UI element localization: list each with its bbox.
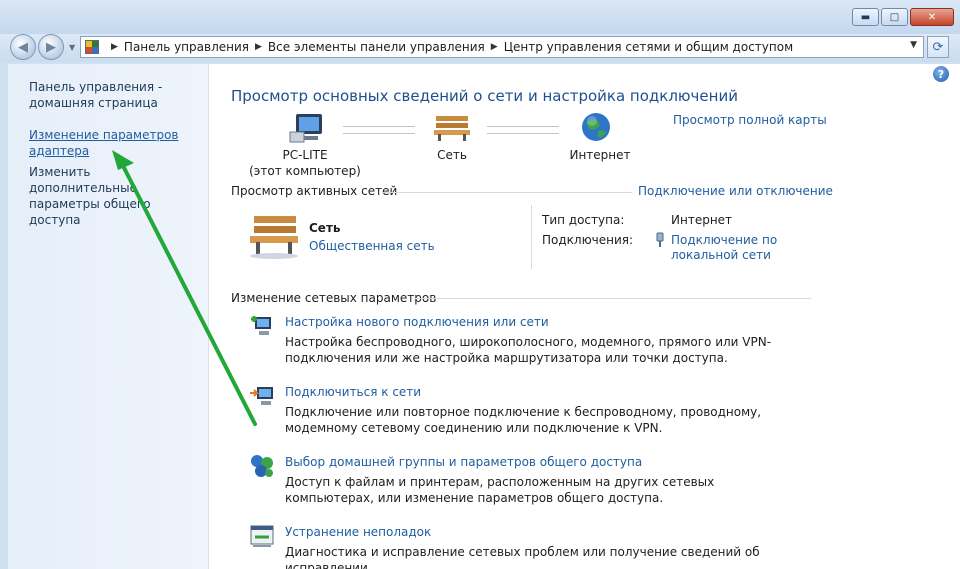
access-type-value: Интернет: [671, 213, 733, 227]
map-computer-label: PC-LITE (этот компьютер): [240, 147, 370, 179]
task-link-new-connection[interactable]: Настройка нового подключения или сети: [285, 315, 549, 329]
refresh-button[interactable]: ⟳: [927, 36, 949, 58]
breadcrumb-separator-icon[interactable]: ▶: [111, 42, 118, 52]
task-desc-homegroup: Доступ к файлам и принтерам, расположенн…: [285, 475, 715, 505]
address-dropdown-icon[interactable]: ▼: [910, 40, 917, 50]
lan-connection-link[interactable]: Подключение по локальной сети: [671, 233, 781, 263]
sidebar-item-home[interactable]: Панель управления - домашняя страница: [29, 79, 199, 111]
vertical-divider: [531, 205, 532, 269]
breadcrumb-separator-icon[interactable]: ▶: [255, 42, 262, 52]
active-networks-heading: Просмотр активных сетей: [231, 184, 398, 198]
help-icon[interactable]: ?: [933, 66, 949, 82]
task-link-connect-network[interactable]: Подключиться к сети: [285, 385, 421, 399]
globe-icon: [582, 113, 610, 141]
address-bar[interactable]: ▶ Панель управления ▶ Все элементы панел…: [80, 36, 924, 58]
sidebar-item-adapter-settings[interactable]: Изменение параметров адаптера: [29, 127, 179, 159]
forward-button[interactable]: ▶: [38, 34, 64, 60]
page-title: Просмотр основных сведений о сети и наст…: [231, 87, 738, 105]
homegroup-icon: [251, 455, 273, 477]
access-type-label: Тип доступа:: [542, 213, 625, 227]
bench-icon: [250, 216, 298, 259]
breadcrumb-network-center[interactable]: Центр управления сетями и общим доступом: [504, 40, 793, 54]
section-divider: [382, 192, 632, 193]
sidebar-item-sharing-settings[interactable]: Изменить дополнительные параметры общего…: [29, 164, 199, 228]
new-connection-icon: [251, 316, 271, 335]
network-adapter-icon: [656, 232, 664, 247]
task-desc-troubleshoot: Диагностика и исправление сетевых пробле…: [285, 545, 760, 569]
breadcrumb-control-panel[interactable]: Панель управления: [124, 40, 249, 54]
task-link-homegroup[interactable]: Выбор домашней группы и параметров общег…: [285, 455, 642, 469]
task-desc-connect-network: Подключение или повторное подключение к …: [285, 405, 762, 435]
connections-label: Подключения:: [542, 233, 634, 247]
minimize-button[interactable]: ▬: [852, 8, 879, 26]
map-connection-line: [343, 126, 415, 134]
title-bar: ▬ □ ✕: [0, 0, 960, 34]
breadcrumb-separator-icon[interactable]: ▶: [491, 42, 498, 52]
section-divider: [414, 298, 811, 299]
computer-subtitle: (этот компьютер): [249, 164, 361, 178]
active-network-name: Сеть: [309, 221, 341, 235]
close-button[interactable]: ✕: [910, 8, 954, 26]
computer-name: PC-LITE: [282, 148, 328, 162]
full-map-link[interactable]: Просмотр полной карты: [673, 113, 827, 127]
control-panel-icon: [85, 40, 99, 54]
network-type-link[interactable]: Общественная сеть: [309, 239, 435, 253]
maximize-button[interactable]: □: [881, 8, 908, 26]
computer-icon: [289, 114, 322, 143]
connect-disconnect-link[interactable]: Подключение или отключение: [638, 184, 833, 198]
navigation-bar: ◀ ▶ ▼ ▶ Панель управления ▶ Все элементы…: [0, 34, 960, 62]
map-network-label: Сеть: [437, 148, 467, 162]
change-settings-heading: Изменение сетевых параметров: [231, 291, 437, 305]
bench-icon: [434, 116, 470, 141]
window-controls: ▬ □ ✕: [852, 8, 954, 26]
recent-pages-dropdown-icon[interactable]: ▼: [69, 43, 75, 52]
task-link-troubleshoot[interactable]: Устранение неполадок: [285, 525, 431, 539]
troubleshoot-icon: [250, 525, 274, 547]
map-connection-line: [487, 126, 559, 134]
connect-network-icon: [250, 387, 273, 405]
task-desc-new-connection: Настройка беспроводного, широкополосного…: [285, 335, 772, 365]
back-button[interactable]: ◀: [10, 34, 36, 60]
breadcrumb-all-items[interactable]: Все элементы панели управления: [268, 40, 485, 54]
map-internet-label: Интернет: [569, 148, 631, 162]
